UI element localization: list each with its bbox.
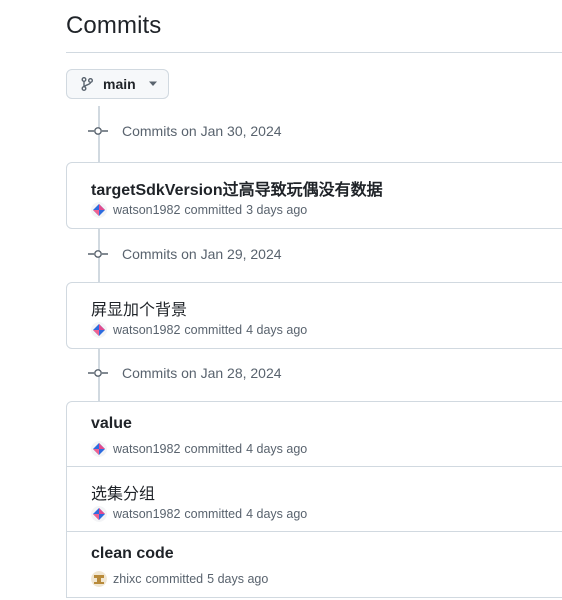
commit-message-link[interactable]: 选集分组 bbox=[91, 480, 155, 504]
page-title: Commits bbox=[66, 12, 162, 39]
author-link[interactable]: watson1982 bbox=[113, 323, 180, 337]
commit-list: targetSdkVersion过高导致玩偶没有数据 watson1982 co… bbox=[66, 162, 562, 229]
commit-time: 5 days ago bbox=[207, 572, 269, 586]
diamond-avatar-icon[interactable] bbox=[91, 441, 107, 457]
author-link[interactable]: watson1982 bbox=[113, 203, 180, 217]
git-branch-icon bbox=[79, 76, 95, 92]
commit-time: 4 days ago bbox=[246, 442, 308, 456]
commit-row: clean code zhixc committed 5 days ago bbox=[67, 532, 562, 597]
commit-verb: committed bbox=[184, 203, 243, 217]
commit-group-date: Commits on Jan 29, 2024 bbox=[122, 246, 282, 262]
commit-list: 屏显加个背景 watson1982 committed 4 days ago bbox=[66, 282, 562, 349]
commit-message-link[interactable]: value bbox=[91, 415, 132, 433]
git-commit-icon bbox=[88, 366, 108, 380]
commit-group-date: Commits on Jan 30, 2024 bbox=[122, 123, 282, 139]
commit-row: targetSdkVersion过高导致玩偶没有数据 watson1982 co… bbox=[67, 163, 562, 228]
commit-group-header: Commits on Jan 29, 2024 bbox=[88, 246, 282, 262]
commit-row: 屏显加个背景 watson1982 committed 4 days ago bbox=[67, 283, 562, 348]
commit-meta: zhixc committed 5 days ago bbox=[91, 571, 268, 587]
commit-verb: committed bbox=[184, 442, 243, 456]
commit-message-link[interactable]: clean code bbox=[91, 545, 174, 563]
branch-selector-button[interactable]: main bbox=[66, 69, 169, 99]
commit-list: value watson1982 committed 4 days ago 选集… bbox=[66, 401, 562, 598]
commit-group-date: Commits on Jan 28, 2024 bbox=[122, 365, 282, 381]
commit-meta: watson1982 committed 4 days ago bbox=[91, 441, 307, 457]
branch-name: main bbox=[103, 76, 136, 92]
caret-down-icon bbox=[148, 81, 158, 87]
commit-meta: watson1982 committed 3 days ago bbox=[91, 202, 307, 218]
commit-meta: watson1982 committed 4 days ago bbox=[91, 506, 307, 522]
commit-message-link[interactable]: targetSdkVersion过高导致玩偶没有数据 bbox=[91, 176, 383, 200]
pixel-avatar-icon[interactable] bbox=[91, 571, 107, 587]
author-link[interactable]: zhixc bbox=[113, 572, 141, 586]
commit-row: 选集分组 watson1982 committed 4 days ago bbox=[67, 467, 562, 532]
commit-time: 4 days ago bbox=[246, 323, 308, 337]
commit-row: value watson1982 committed 4 days ago bbox=[67, 402, 562, 467]
commit-meta: watson1982 committed 4 days ago bbox=[91, 322, 307, 338]
commit-verb: committed bbox=[184, 323, 243, 337]
git-commit-icon bbox=[88, 247, 108, 261]
commit-time: 3 days ago bbox=[246, 203, 308, 217]
commit-message-link[interactable]: 屏显加个背景 bbox=[91, 296, 187, 320]
commit-verb: committed bbox=[184, 507, 243, 521]
commit-group-header: Commits on Jan 28, 2024 bbox=[88, 365, 282, 381]
author-link[interactable]: watson1982 bbox=[113, 442, 180, 456]
commit-group-header: Commits on Jan 30, 2024 bbox=[88, 123, 282, 139]
diamond-avatar-icon[interactable] bbox=[91, 506, 107, 522]
author-link[interactable]: watson1982 bbox=[113, 507, 180, 521]
diamond-avatar-icon[interactable] bbox=[91, 202, 107, 218]
diamond-avatar-icon[interactable] bbox=[91, 322, 107, 338]
commit-time: 4 days ago bbox=[246, 507, 308, 521]
git-commit-icon bbox=[88, 124, 108, 138]
commit-verb: committed bbox=[145, 572, 204, 586]
title-divider bbox=[66, 52, 562, 53]
